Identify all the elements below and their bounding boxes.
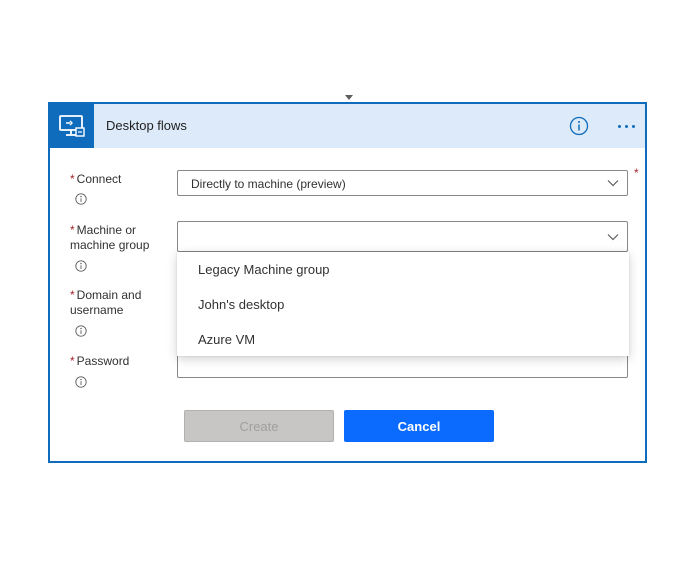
more-dot: [617, 124, 621, 128]
create-button[interactable]: Create: [184, 410, 334, 442]
chevron-down-icon: [607, 234, 619, 241]
password-label-text: Password: [76, 354, 130, 368]
connect-select[interactable]: Directly to machine (preview): [177, 170, 628, 196]
machine-dropdown-menu: Legacy Machine group John's desktop Azur…: [177, 252, 629, 356]
chevron-down-icon: [607, 180, 619, 187]
desktop-flows-icon: [50, 104, 94, 148]
password-label: * Password: [70, 354, 129, 369]
required-marker: *: [70, 223, 75, 237]
domain-label-line2: username: [70, 303, 124, 317]
connect-label: * Connect: [70, 172, 121, 187]
domain-label-line1: Domain and: [76, 288, 142, 302]
more-dot: [631, 124, 635, 128]
machine-select[interactable]: [177, 221, 628, 252]
connect-info-icon[interactable]: [75, 193, 87, 205]
card-title: Desktop flows: [106, 118, 187, 133]
password-info-icon[interactable]: [75, 376, 87, 388]
more-dot: [624, 124, 628, 128]
info-icon[interactable]: [569, 116, 589, 136]
domain-label: * Domain and username: [70, 288, 141, 318]
domain-info-icon[interactable]: [75, 325, 87, 337]
required-marker: *: [70, 354, 75, 368]
more-options-icon[interactable]: [613, 116, 639, 136]
connect-required-star: *: [634, 166, 639, 180]
dropdown-option[interactable]: Legacy Machine group: [198, 262, 330, 277]
connector-caret: [345, 95, 353, 100]
machine-info-icon[interactable]: [75, 260, 87, 272]
machine-label-line2: machine group: [70, 238, 150, 252]
cancel-button[interactable]: Cancel: [344, 410, 494, 442]
dropdown-option[interactable]: Azure VM: [198, 332, 255, 347]
machine-label: * Machine or machine group: [70, 223, 149, 253]
required-marker: *: [70, 172, 75, 186]
dropdown-option[interactable]: John's desktop: [198, 297, 284, 312]
card-header[interactable]: Desktop flows: [50, 104, 645, 148]
password-input[interactable]: [177, 354, 628, 378]
connect-label-text: Connect: [76, 172, 122, 186]
required-marker: *: [70, 288, 75, 302]
connect-select-value: Directly to machine (preview): [191, 177, 346, 191]
machine-label-line1: Machine or: [76, 223, 137, 237]
